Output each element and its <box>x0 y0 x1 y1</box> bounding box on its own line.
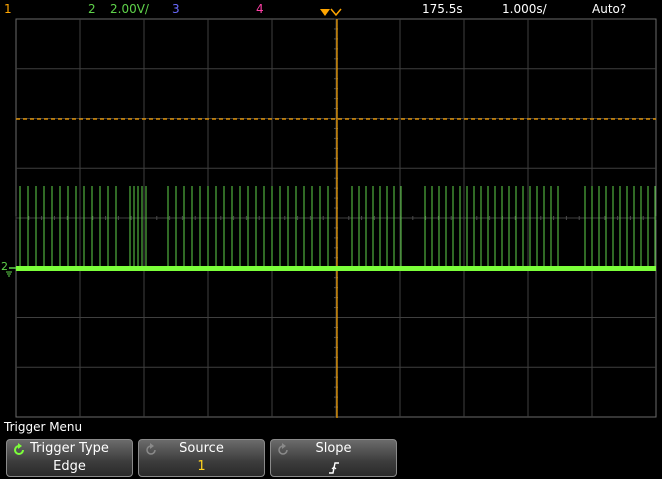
ch4-label[interactable]: 4 <box>256 0 264 18</box>
softkey-value: 1 <box>197 459 206 474</box>
trigger-type-softkey[interactable]: Trigger Type Edge <box>6 439 133 477</box>
slope-softkey[interactable]: Slope <box>270 439 397 477</box>
ch2-scale[interactable]: 2.00V/ <box>110 0 149 18</box>
waveform-display[interactable]: 2 <box>0 18 662 418</box>
time-scale[interactable]: 1.000s/ <box>502 0 547 18</box>
softkey-label: Source <box>179 441 224 456</box>
trigger-position-icon <box>320 8 342 17</box>
ch2-baseline <box>16 266 656 271</box>
ch1-label[interactable]: 1 <box>4 0 12 18</box>
status-bar: 1 2 2.00V/ 3 4 175.5s 1.000s/ Auto? <box>0 0 662 18</box>
graticule <box>15 18 657 418</box>
ch3-label[interactable]: 3 <box>172 0 180 18</box>
ch2-ground-label: 2 <box>1 260 8 273</box>
rising-edge-icon <box>329 462 339 474</box>
ch2-ground-marker[interactable]: 2 <box>1 260 16 277</box>
time-delay[interactable]: 175.5s <box>422 0 463 18</box>
menu-title: Trigger Menu <box>4 420 83 434</box>
softkey-label: Trigger Type <box>30 441 109 456</box>
softkey-label: Slope <box>315 441 352 456</box>
trigger-mode[interactable]: Auto? <box>592 0 626 18</box>
source-softkey[interactable]: Source 1 <box>138 439 265 477</box>
ch2-label[interactable]: 2 <box>88 0 96 18</box>
softkey-value: Edge <box>53 459 86 474</box>
